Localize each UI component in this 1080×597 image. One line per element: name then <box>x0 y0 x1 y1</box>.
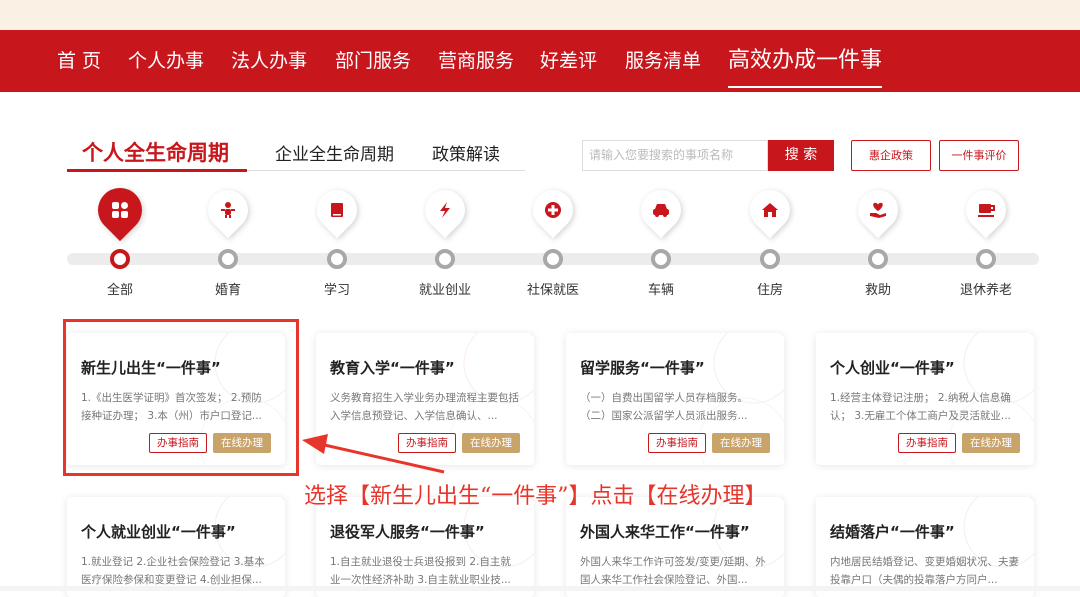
card-title: 外国人来华工作“一件事” <box>580 523 750 541</box>
house-icon <box>750 190 790 230</box>
book-icon <box>317 190 357 230</box>
category-dot <box>218 249 238 269</box>
annotation-text: 选择【新生儿出生“一件事”】点击【在线办理】 <box>304 484 767 509</box>
card-title: 教育入学“一件事” <box>330 359 455 377</box>
nav-personal[interactable]: 个人办事 <box>128 30 204 92</box>
nav-home[interactable]: 首 页 <box>57 30 101 92</box>
category-label: 就业创业 <box>418 283 471 298</box>
online-button[interactable]: 在线办理 <box>962 433 1020 453</box>
page-bottom-edge <box>0 586 1080 591</box>
annotation-arrow <box>302 434 445 474</box>
online-button[interactable]: 在线办理 <box>712 433 770 453</box>
card-description: 外国人来华工作许可签发/变更/延期、外国人来华工作社会保险登记、外国... <box>580 556 766 586</box>
category-dot <box>976 249 996 269</box>
category-label: 住房 <box>756 283 783 298</box>
category-dot <box>327 249 347 269</box>
service-card[interactable]: 外国人来华工作“一件事” 外国人来华工作许可签发/变更/延期、外国人来华工作社会… <box>566 497 784 597</box>
card-description: 义务教育招生入学业务办理流程主要包括入学信息预登记、入学信息确认、... <box>330 392 519 422</box>
card-description: 1.就业登记 2.企业社会保险登记 3.基本医疗保险参保和变更登记 4.创业担保… <box>81 556 265 586</box>
policy-button[interactable]: 惠企政策 <box>851 140 931 171</box>
category-label: 婚育 <box>214 283 241 298</box>
heart-hand-icon <box>858 190 898 230</box>
tab-active-indicator <box>67 169 247 172</box>
tab-enterprise-lifecycle[interactable]: 企业全生命周期 <box>275 140 394 165</box>
card-title: 结婚落户“一件事” <box>830 523 955 541</box>
category-dot <box>760 249 780 269</box>
card-description: 1.经营主体登记注册； 2.纳税人信息确认； 3.无雇工个体工商户及灵活就业..… <box>830 392 1011 422</box>
category-label: 退休养老 <box>959 283 1012 298</box>
category-dot <box>868 249 888 269</box>
nav-service-list[interactable]: 服务清单 <box>625 30 701 92</box>
card-title: 个人创业“一件事” <box>830 359 955 377</box>
category-label: 救助 <box>864 283 891 298</box>
top-banner-strip <box>0 0 1080 30</box>
service-card[interactable]: 个人创业“一件事” 1.经营主体登记注册； 2.纳税人信息确认； 3.无雇工个体… <box>816 333 1034 465</box>
card-description: （一）自费出国留学人员存档服务。 （二）国家公派留学人员派出服务... <box>580 392 748 422</box>
nav-business[interactable]: 营商服务 <box>438 30 514 92</box>
category-label: 学习 <box>323 283 350 298</box>
guide-button[interactable]: 办事指南 <box>648 433 706 453</box>
card-title: 留学服务“一件事” <box>580 359 705 377</box>
nav-departments[interactable]: 部门服务 <box>335 30 411 92</box>
medical-cross-icon <box>533 190 573 230</box>
category-label: 社保就医 <box>526 283 579 298</box>
category-label: 车辆 <box>647 283 674 298</box>
card-title: 个人就业创业“一件事” <box>81 523 236 541</box>
search-input[interactable]: 请输入您要搜索的事项名称 <box>582 140 768 171</box>
car-icon <box>641 190 681 230</box>
grid-icon <box>98 188 142 232</box>
main-nav: 首 页 个人办事 法人办事 部门服务 营商服务 好差评 服务清单 高效办成一件事 <box>0 30 1080 92</box>
service-card[interactable]: 个人就业创业“一件事” 1.就业登记 2.企业社会保险登记 3.基本医疗保险参保… <box>67 497 285 597</box>
nav-one-thing[interactable]: 高效办成一件事 <box>728 30 883 92</box>
search-button[interactable]: 搜 索 <box>768 140 834 171</box>
category-dot <box>435 249 455 269</box>
rating-button[interactable]: 一件事评价 <box>939 140 1019 171</box>
card-description: 内地居民结婚登记、变更婚姻状况、夫妻投靠户口（夫偶的投靠落户方同户... <box>830 556 1019 586</box>
highlight-box <box>63 319 299 476</box>
nav-legal-person[interactable]: 法人办事 <box>231 30 307 92</box>
category-dot <box>651 249 671 269</box>
category-dot <box>543 249 563 269</box>
service-card[interactable]: 留学服务“一件事” （一）自费出国留学人员存档服务。 （二）国家公派留学人员派出… <box>566 333 784 465</box>
baby-icon <box>208 190 248 230</box>
service-card[interactable]: 退役军人服务“一件事” 1.自主就业退役士兵退役报到 2.自主就业一次性经济补助… <box>316 497 534 597</box>
nav-reviews[interactable]: 好差评 <box>540 30 597 92</box>
tab-policy-interpretation[interactable]: 政策解读 <box>432 140 500 165</box>
card-description: 1.自主就业退役士兵退役报到 2.自主就业一次性经济补助 3.自主就业职业技..… <box>330 556 511 586</box>
briefcase-icon <box>425 190 465 230</box>
card-title: 退役军人服务“一件事” <box>330 523 485 541</box>
service-card[interactable]: 结婚落户“一件事” 内地居民结婚登记、变更婚姻状况、夫妻投靠户口（夫偶的投靠落户… <box>816 497 1034 597</box>
category-label: 全部 <box>106 283 133 298</box>
teacup-icon <box>966 190 1006 230</box>
tab-personal-lifecycle[interactable]: 个人全生命周期 <box>82 137 229 167</box>
guide-button[interactable]: 办事指南 <box>898 433 956 453</box>
category-dot <box>110 249 130 269</box>
online-button[interactable]: 在线办理 <box>462 433 520 453</box>
